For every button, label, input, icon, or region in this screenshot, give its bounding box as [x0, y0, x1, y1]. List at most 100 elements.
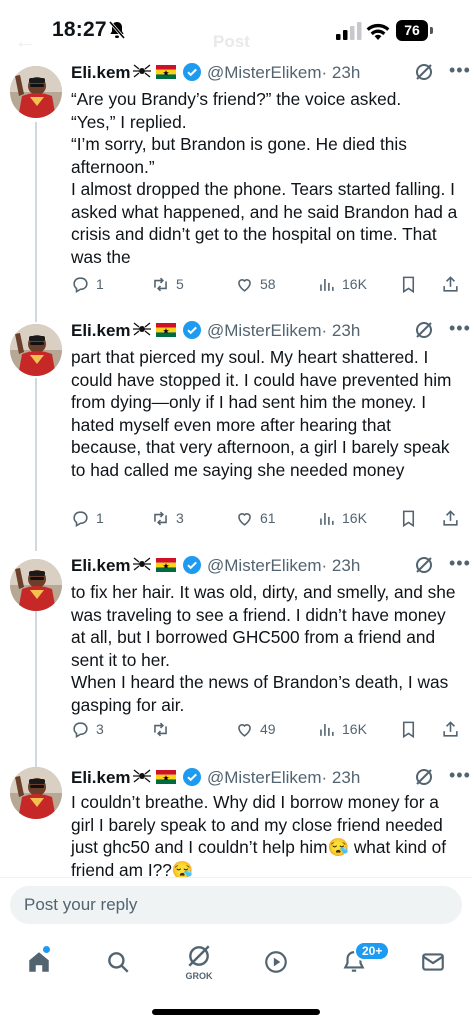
- tweet-time: · 23h: [321, 321, 361, 340]
- views-icon: [320, 278, 334, 291]
- repost-count: 5: [176, 276, 184, 292]
- ghana-flag-icon: [156, 323, 176, 337]
- share-button[interactable]: [441, 717, 466, 741]
- spider-icon: [133, 322, 151, 336]
- verified-icon: [183, 63, 201, 81]
- heart-icon: [238, 512, 251, 526]
- nav-messages[interactable]: [413, 942, 453, 982]
- avatar[interactable]: [10, 559, 62, 611]
- bookmark-button[interactable]: [399, 717, 424, 741]
- tweet-text: part that pierced my soul. My heart shat…: [71, 347, 452, 480]
- bookmark-icon: [402, 721, 415, 738]
- more-options-icon[interactable]: •••: [449, 318, 471, 339]
- repost-button[interactable]: 5: [151, 272, 184, 296]
- page-title: Post: [213, 32, 250, 51]
- views-count: 16K: [342, 721, 367, 737]
- repost-icon: [154, 277, 167, 291]
- reply-count: 1: [96, 510, 104, 526]
- tweet-actions: 1 5 58 16K: [71, 272, 463, 296]
- author-name[interactable]: Eli.kem: [71, 556, 131, 576]
- views-count: 16K: [342, 276, 367, 292]
- nav-home[interactable]: [19, 942, 59, 982]
- tweet-time: · 23h: [321, 63, 361, 82]
- reply-button[interactable]: 1: [71, 272, 104, 296]
- more-options-icon[interactable]: •••: [449, 765, 471, 786]
- nav-video[interactable]: [256, 942, 296, 982]
- verified-icon: [183, 321, 201, 339]
- like-button[interactable]: 49: [235, 717, 276, 741]
- reply-icon: [73, 721, 88, 738]
- verified-icon: [183, 556, 201, 574]
- author-name[interactable]: Eli.kem: [71, 768, 131, 788]
- nav-search[interactable]: [98, 942, 138, 982]
- home-indicator: [152, 1009, 320, 1015]
- repost-button[interactable]: 3: [151, 506, 184, 530]
- nav-grok[interactable]: [179, 936, 219, 976]
- reply-input[interactable]: Post your reply: [10, 886, 462, 924]
- tweet-header: Eli.kem @MisterElikem· 23h •••: [71, 553, 470, 577]
- ghana-flag-icon: [156, 65, 176, 79]
- views-button[interactable]: 16K: [317, 717, 367, 741]
- verified-icon: [183, 768, 201, 786]
- grok-icon: [188, 945, 210, 967]
- spider-icon: [133, 64, 151, 78]
- repost-button[interactable]: [151, 717, 176, 741]
- reply-button[interactable]: 3: [71, 717, 104, 741]
- heart-icon: [238, 723, 251, 737]
- home-notification-dot: [43, 946, 50, 953]
- author-name[interactable]: Eli.kem: [71, 63, 131, 83]
- ghana-flag-icon: [156, 558, 176, 572]
- bookmark-button[interactable]: [399, 272, 424, 296]
- tweet-actions: 3 49 16K: [71, 717, 463, 741]
- tweet-actions: 1 3 61 16K: [71, 506, 463, 530]
- share-button[interactable]: [441, 272, 466, 296]
- spider-icon: [133, 557, 151, 571]
- more-options-icon[interactable]: •••: [449, 553, 471, 574]
- grok-icon[interactable]: [414, 555, 434, 575]
- like-count: 61: [260, 510, 276, 526]
- views-button[interactable]: 16K: [317, 272, 367, 296]
- repost-icon: [154, 722, 167, 736]
- bottom-nav: GROK 20+: [0, 930, 472, 1024]
- thread-line: [35, 122, 37, 322]
- tweet-text: to fix her hair. It was old, dirty, and …: [71, 582, 456, 715]
- reply-button[interactable]: 1: [71, 506, 104, 530]
- author-handle[interactable]: @MisterElikem· 23h: [207, 321, 360, 341]
- video-icon: [265, 951, 287, 973]
- share-icon: [443, 275, 458, 292]
- reply-icon: [73, 510, 88, 527]
- battery-icon: [430, 27, 433, 34]
- like-button[interactable]: 58: [235, 272, 276, 296]
- avatar[interactable]: [10, 324, 62, 376]
- reply-bar: Post your reply: [0, 877, 472, 929]
- more-options-icon[interactable]: •••: [449, 60, 471, 81]
- share-icon: [443, 509, 458, 526]
- bookmark-button[interactable]: [399, 506, 424, 530]
- tweet-header: Eli.kem @MisterElikem· 23h •••: [71, 60, 470, 84]
- avatar[interactable]: [10, 66, 62, 118]
- author-handle[interactable]: @MisterElikem· 23h: [207, 768, 360, 788]
- avatar[interactable]: [10, 767, 62, 819]
- like-button[interactable]: 61: [235, 506, 276, 530]
- author-handle[interactable]: @MisterElikem· 23h: [207, 63, 360, 83]
- wifi-icon: [366, 23, 390, 40]
- reply-placeholder: Post your reply: [24, 895, 138, 914]
- bookmark-icon: [402, 276, 415, 293]
- reply-count: 1: [96, 276, 104, 292]
- bookmark-icon: [402, 510, 415, 527]
- thread-line: [35, 608, 37, 768]
- tweet-time: · 23h: [321, 768, 361, 787]
- status-time: 18:27: [52, 18, 107, 41]
- bell-slash-icon: [108, 21, 126, 39]
- back-arrow-icon[interactable]: ←: [14, 28, 36, 54]
- author-handle[interactable]: @MisterElikem· 23h: [207, 556, 360, 576]
- views-button[interactable]: 16K: [317, 506, 367, 530]
- share-button[interactable]: [441, 506, 466, 530]
- grok-icon[interactable]: [414, 62, 434, 82]
- author-name[interactable]: Eli.kem: [71, 321, 131, 341]
- grok-icon[interactable]: [414, 767, 434, 787]
- views-icon: [320, 512, 334, 525]
- reply-count: 3: [96, 721, 104, 737]
- like-count: 58: [260, 276, 276, 292]
- grok-icon[interactable]: [414, 320, 434, 340]
